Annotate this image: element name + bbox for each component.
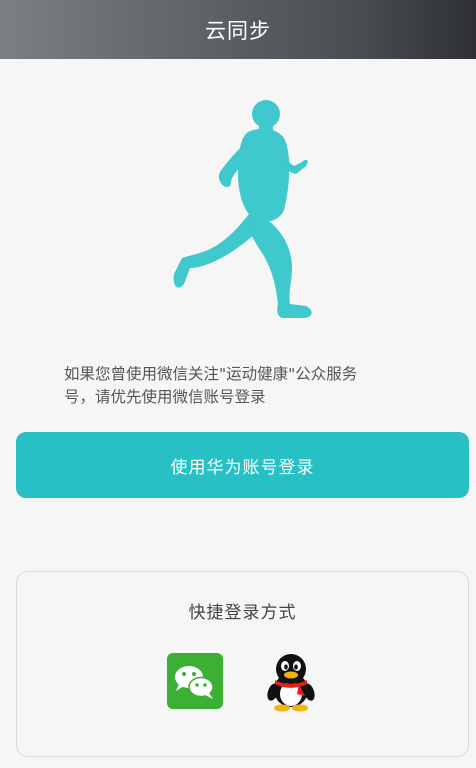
hint-line-1: 如果您曾使用微信关注"运动健康"公众服务 [64,365,358,383]
wechat-login-hint: 如果您曾使用微信关注"运动健康"公众服务 号，请优先使用微信账号登录 [64,363,394,409]
title-bar: 云同步 [0,0,476,59]
wechat-login-button[interactable] [167,653,223,709]
quick-login-title: 快捷登录方式 [188,603,297,623]
qq-icon [267,654,315,712]
huawei-login-button[interactable]: 使用华为账号登录 [16,432,469,498]
hint-line-2: 号，请优先使用微信账号登录 [64,388,266,406]
wechat-icon [175,666,214,699]
runner-icon [173,100,312,318]
quick-login-panel: 快捷登录方式 [16,571,469,757]
qq-login-button[interactable] [263,652,319,712]
huawei-login-label: 使用华为账号登录 [170,457,315,478]
page-title: 云同步 [205,18,271,43]
